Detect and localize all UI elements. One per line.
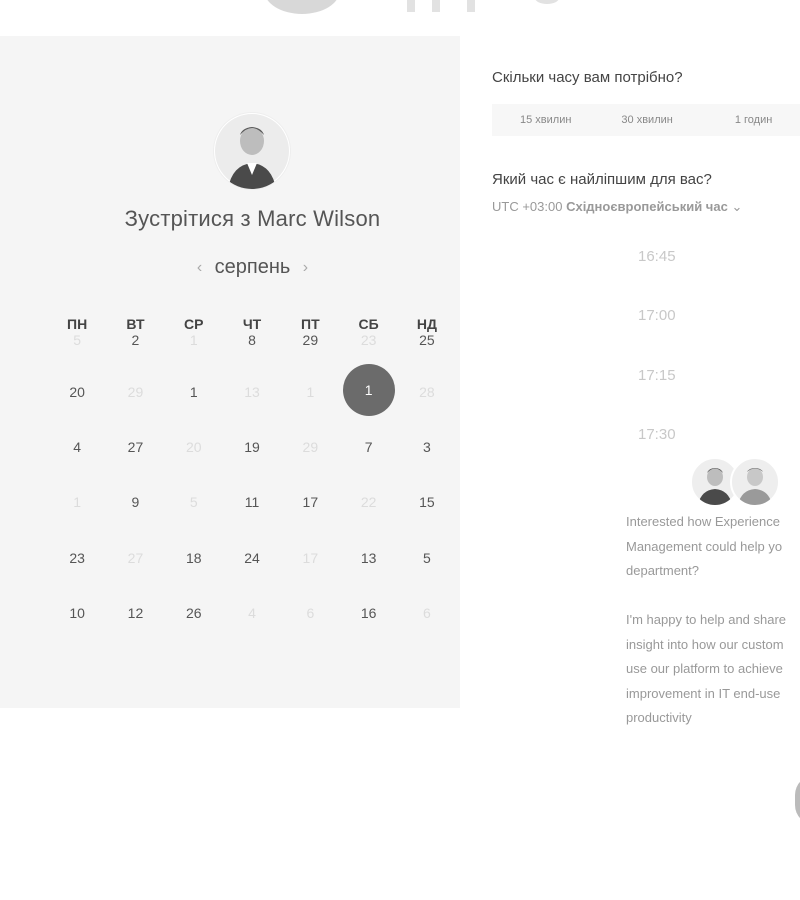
time-slot[interactable]: 16:45	[638, 248, 676, 265]
agent-avatar	[730, 457, 780, 507]
calendar-day[interactable]: 1	[281, 364, 339, 419]
calendar-day[interactable]: 4	[223, 586, 281, 641]
duration-options: 15 хвилин 30 хвилин 1 годин	[492, 104, 800, 136]
calendar-day[interactable]: 7	[339, 419, 397, 474]
chevron-left-icon[interactable]: ‹	[189, 259, 210, 277]
selected-day-label: 1	[342, 364, 395, 417]
weekday-fri: ПТ	[301, 316, 320, 332]
calendar-week: 5 2 1 8 29 23 25	[48, 332, 456, 364]
calendar-day[interactable]: 22	[339, 475, 397, 530]
calendar-day[interactable]: 3	[398, 419, 456, 474]
calendar-day[interactable]: 26	[165, 586, 223, 641]
calendar-day[interactable]: 17	[281, 475, 339, 530]
calendar-day-selected[interactable]: 1	[339, 364, 397, 419]
calendar-day[interactable]: 10	[48, 586, 106, 641]
calendar-day[interactable]: 1	[48, 475, 106, 530]
calendar-day[interactable]: 13	[339, 530, 397, 585]
time-slot[interactable]: 17:30	[638, 426, 676, 443]
time-question: Який час є найліпшим для вас?	[492, 171, 712, 188]
chat-message: I'm happy to help and share insight into…	[626, 612, 787, 725]
host-avatar	[214, 113, 290, 189]
calendar-day[interactable]: 16	[339, 586, 397, 641]
chat-agent-avatars	[690, 457, 780, 507]
weekday-tue: ВТ	[126, 316, 145, 332]
calendar-panel: Зустрітися з Marc Wilson ‹ серпень › ПН …	[0, 36, 460, 708]
calendar-day[interactable]: 24	[223, 530, 281, 585]
calendar-day[interactable]: 4	[48, 419, 106, 474]
calendar-day[interactable]: 13	[223, 364, 281, 419]
chat-message: Interested how Experience Management cou…	[626, 514, 783, 578]
weekday-wed: СР	[184, 316, 204, 332]
calendar-week: 20 29 1 13 1 1 28	[48, 364, 456, 419]
weekday-header: ПН ВТ СР ЧТ ПТ СБ НД	[48, 316, 456, 332]
calendar-day[interactable]: 11	[223, 475, 281, 530]
duration-question: Скільки часу вам потрібно?	[492, 69, 683, 86]
month-navigation: ‹ серпень ›	[0, 256, 505, 279]
weekday-sat: СБ	[358, 316, 379, 332]
calendar-day[interactable]: 5	[165, 475, 223, 530]
calendar-day[interactable]: 20	[48, 364, 106, 419]
calendar-week: 4 27 20 19 29 7 3	[48, 419, 456, 474]
calendar-day[interactable]: 19	[223, 419, 281, 474]
calendar-day[interactable]: 20	[165, 419, 223, 474]
calendar-day[interactable]: 27	[106, 530, 164, 585]
calendar-week: 10 12 26 4 6 16 6	[48, 586, 456, 641]
duration-option-30[interactable]: 30 хвилин	[621, 114, 672, 126]
timezone-name: Східноєвропейський час	[566, 199, 728, 214]
weekday-sun: НД	[416, 316, 437, 332]
timezone-selector[interactable]: UTC +03:00 Східноєвропейський час ⌄	[492, 199, 742, 215]
weekday-mon: ПН	[67, 316, 88, 332]
calendar-day[interactable]: 29	[281, 419, 339, 474]
calendar-day[interactable]: 12	[106, 586, 164, 641]
duration-option-60[interactable]: 1 годин	[735, 114, 772, 126]
month-label: серпень	[214, 256, 291, 278]
calendar-day[interactable]: 6	[398, 586, 456, 641]
calendar-week: 23 27 18 24 17 13 5	[48, 530, 456, 585]
weekday-thu: ЧТ	[242, 316, 262, 332]
calendar-day[interactable]: 17	[281, 530, 339, 585]
calendar-day[interactable]: 1	[165, 364, 223, 419]
calendar-day[interactable]: 5	[398, 530, 456, 585]
logo	[267, 0, 559, 14]
chat-launcher-button[interactable]	[795, 775, 800, 825]
calendar-day[interactable]: 29	[106, 364, 164, 419]
timezone-offset: UTC +03:00	[492, 199, 563, 214]
chevron-right-icon[interactable]: ›	[295, 259, 316, 277]
calendar-day[interactable]: 18	[165, 530, 223, 585]
duration-option-15[interactable]: 15 хвилин	[520, 114, 571, 126]
calendar-day[interactable]: 15	[398, 475, 456, 530]
calendar-day[interactable]: 28	[398, 364, 456, 419]
calendar-day[interactable]: 23	[48, 530, 106, 585]
calendar-week: 1 9 5 11 17 22 15	[48, 475, 456, 530]
calendar-day[interactable]: 6	[281, 586, 339, 641]
time-slot[interactable]: 17:15	[638, 367, 676, 384]
chevron-down-icon: ⌄	[731, 199, 743, 214]
meet-title: Зустрітися з Marc Wilson	[124, 206, 381, 231]
calendar-day[interactable]: 27	[106, 419, 164, 474]
calendar-day[interactable]: 9	[106, 475, 164, 530]
time-slot[interactable]: 17:00	[638, 307, 676, 324]
calendar-grid: ПН ВТ СР ЧТ ПТ СБ НД 5 2 1 8 29 23 25 20…	[48, 316, 456, 641]
